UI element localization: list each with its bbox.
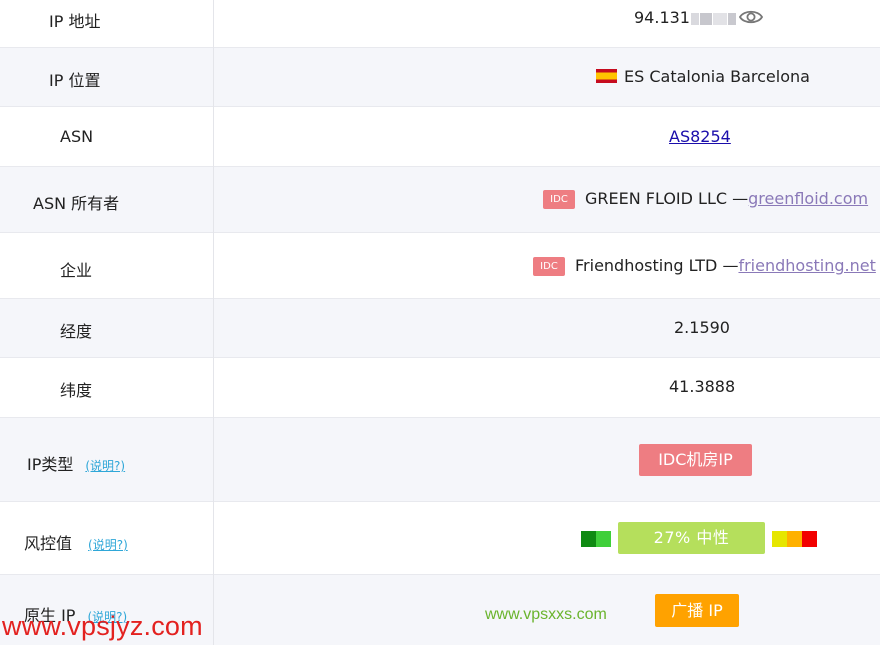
latitude-value: 41.3888 [669,377,736,396]
masked-segment [699,12,712,25]
ip-type-help-link[interactable]: (说明?) [85,459,125,473]
ip-address-label: IP 地址 [49,12,101,31]
risk-segment-medium [772,531,787,547]
ip-type-badge: IDC机房IP [639,444,752,476]
ip-address-text: 94.131 [634,8,690,27]
masked-segment [690,12,699,25]
risk-segment-very-low [581,531,596,547]
asn-label: ASN [60,127,94,146]
row-asn-owner: ASN 所有者 IDC GREEN FLOID LLC —greenfloid.c… [0,167,880,233]
ip-address-value: 94.131 [634,8,736,27]
eye-icon[interactable] [738,7,764,27]
idc-tag: IDC [533,257,565,276]
native-ip-badge: 广播 IP [655,594,739,627]
row-asn: ASN AS8254 [0,107,880,167]
risk-label: 风控值 (说明?) [24,530,128,554]
ip-location-label: IP 位置 [49,71,101,90]
risk-score-badge: 27% 中性 [618,522,765,554]
ip-type-label: IP类型 (说明?) [27,451,125,475]
enterprise-domain-link[interactable]: friendhosting.net [738,256,875,275]
ip-location-value: ES Catalonia Barcelona [596,67,810,86]
risk-label-text: 风控值 [24,534,73,553]
idc-tag: IDC [543,190,575,209]
masked-segment [712,12,727,25]
ip-location-text: ES Catalonia Barcelona [624,67,810,86]
asn-link[interactable]: AS8254 [669,127,731,146]
row-longitude: 经度 2.1590 [0,299,880,358]
enterprise-label: 企业 [60,261,93,280]
row-ip-address: IP 地址 94.131 [0,0,880,48]
risk-help-link[interactable]: (说明?) [88,538,128,552]
spain-flag-icon [596,69,617,83]
risk-segment-low [596,531,611,547]
ip-type-label-text: IP类型 [27,455,74,474]
longitude-label: 经度 [60,322,93,341]
asn-owner-label: ASN 所有者 [33,194,120,213]
row-enterprise: 企业 IDC Friendhosting LTD —friendhosting.n… [0,233,880,299]
asn-owner-domain-link[interactable]: greenfloid.com [748,189,868,208]
row-risk: 风控值 (说明?) 27% 中性 [0,502,880,575]
longitude-value: 2.1590 [674,318,730,337]
watermark-red: www.vpsjyz.com [2,611,203,641]
risk-segment-high [787,531,802,547]
enterprise-value: IDC Friendhosting LTD —friendhosting.net [533,256,876,276]
row-latitude: 纬度 41.3888 [0,358,880,418]
enterprise-name: Friendhosting LTD — [575,256,739,275]
watermark-green: www.vpsxxs.com [485,606,607,623]
row-ip-location: IP 位置 ES Catalonia Barcelona [0,48,880,107]
risk-segment-very-high [802,531,817,547]
latitude-label: 纬度 [60,381,93,400]
column-divider [213,0,214,645]
asn-owner-name: GREEN FLOID LLC — [585,189,749,208]
asn-owner-value: IDC GREEN FLOID LLC —greenfloid.com [543,189,868,209]
masked-segment [727,12,736,25]
row-ip-type: IP类型 (说明?) IDC机房IP [0,418,880,502]
